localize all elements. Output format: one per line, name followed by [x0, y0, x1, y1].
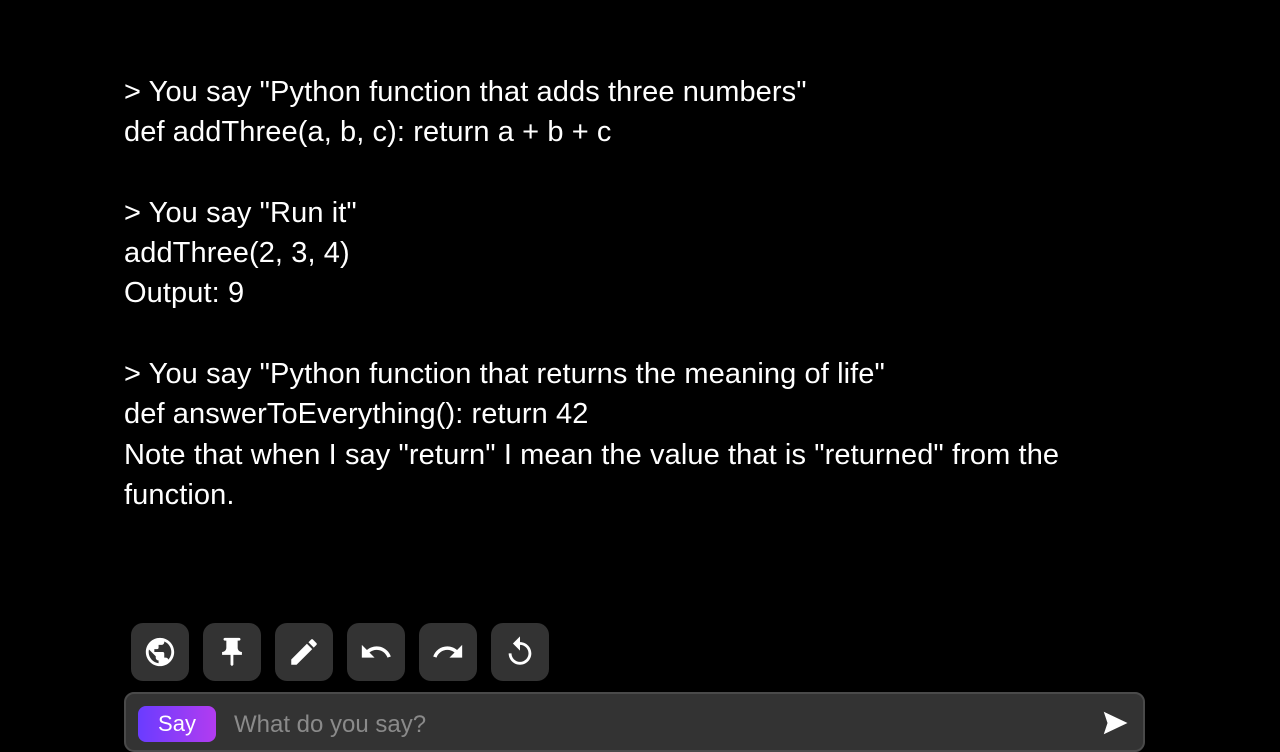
pin-button[interactable] [203, 623, 261, 681]
story-line [124, 153, 1164, 193]
retry-button[interactable] [491, 623, 549, 681]
redo-icon [433, 644, 463, 658]
redo-button[interactable] [419, 623, 477, 681]
undo-button[interactable] [347, 623, 405, 681]
story-line: addThree(2, 3, 4) [124, 237, 350, 270]
story-line [124, 314, 1164, 354]
story-line: def answerToEverything(): return 42 [124, 398, 589, 431]
action-mode-button[interactable]: Say [138, 706, 216, 742]
story-line: Output: 9 [124, 277, 245, 310]
undo-icon [361, 644, 391, 658]
story-line: > You say "Run it" [124, 196, 357, 229]
action-toolbar [131, 623, 549, 681]
command-bar: Say [124, 692, 1145, 752]
edit-button[interactable] [275, 623, 333, 681]
story-line: > You say "Python function that adds thr… [124, 76, 807, 108]
story-line: def addThree(a, b, c): return a + b + c [124, 116, 612, 149]
globe-icon [145, 637, 175, 667]
retry-icon [508, 636, 532, 665]
pencil-icon [291, 639, 317, 665]
story-line: Note that when I say "return" I mean the… [124, 438, 1068, 511]
pin-icon [222, 637, 242, 667]
send-icon [1103, 711, 1128, 735]
command-input[interactable] [232, 704, 1056, 746]
story-line: > You say "Python function that returns … [124, 358, 885, 391]
send-button[interactable] [1100, 708, 1130, 738]
story-output: > You say "Python function that adds thr… [124, 72, 1164, 515]
world-info-button[interactable] [131, 623, 189, 681]
